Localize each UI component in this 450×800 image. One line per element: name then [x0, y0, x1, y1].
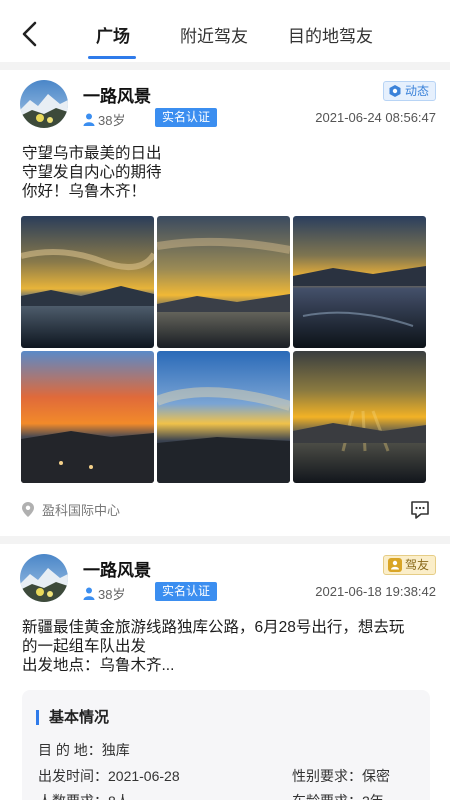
- top-nav: 广场 附近驾友 目的地驾友: [0, 0, 450, 62]
- age-info: 38岁: [83, 584, 125, 603]
- location-pin-icon: [22, 502, 34, 517]
- content-line: 你好！乌鲁木齐！: [22, 183, 147, 200]
- verified-badge: 实名认证: [155, 108, 218, 127]
- destination: 目 的 地：独库: [38, 742, 130, 758]
- post-content: 新疆最佳黄金旅游线路独库公路，6月28号出行，想去玩 的一起组车队出发 出发地点…: [22, 618, 430, 675]
- post-location[interactable]: 盈科国际中心: [22, 500, 120, 519]
- active-tab-indicator: [88, 56, 136, 59]
- person-icon: [83, 587, 95, 600]
- age-label: 38岁: [98, 587, 126, 602]
- dynamic-icon: [389, 85, 401, 97]
- avatar[interactable]: [20, 80, 68, 128]
- post-content: 守望乌市最美的日出 守望发自内心的期待 你好！乌鲁木齐！: [22, 144, 430, 201]
- divider: [0, 62, 450, 70]
- location-label: 盈科国际中心: [42, 503, 121, 518]
- post-type-badge: 动态: [382, 81, 436, 101]
- comment-icon[interactable]: [410, 500, 430, 520]
- post-time: 2021-06-18 19:38:42: [315, 584, 436, 599]
- feed-post[interactable]: 一路风景 38岁 实名认证 驾友 2021-06-18 19:38:42 新疆最…: [0, 544, 450, 800]
- content-line: 出发地点：乌鲁木齐...: [22, 657, 175, 674]
- tab-destination-drivers[interactable]: 目的地驾友: [288, 22, 373, 47]
- info-title: 基本情况: [36, 710, 109, 725]
- age-label: 38岁: [98, 113, 126, 128]
- content-line: 的一起组车队出发: [22, 638, 147, 655]
- badge-label: 动态: [404, 84, 429, 98]
- divider: [0, 536, 450, 544]
- post-photo[interactable]: [21, 351, 154, 483]
- post-photo[interactable]: [21, 216, 154, 348]
- people-requirement: 人数要求：8人: [38, 791, 130, 800]
- username[interactable]: 一路风景: [83, 556, 151, 581]
- age-info: 38岁: [83, 110, 125, 129]
- depart-time: 出发时间：2021-06-28: [38, 768, 180, 784]
- verified-badge: 实名认证: [155, 582, 218, 601]
- tab-square[interactable]: 广场: [96, 22, 130, 47]
- post-time: 2021-06-24 08:56:47: [315, 110, 436, 125]
- tab-nearby-drivers[interactable]: 附近驾友: [180, 22, 248, 47]
- username[interactable]: 一路风景: [83, 82, 151, 107]
- back-arrow-icon[interactable]: [18, 20, 42, 48]
- post-photo[interactable]: [157, 351, 290, 483]
- content-line: 新疆最佳黄金旅游线路独库公路，6月28号出行，想去玩: [22, 619, 405, 636]
- avatar[interactable]: [20, 554, 68, 602]
- content-line: 守望发自内心的期待: [22, 164, 162, 181]
- feed-post[interactable]: 一路风景 38岁 实名认证 动态 2021-06-24 08:56:47 守望乌…: [0, 70, 450, 536]
- badge-label: 驾友: [404, 558, 429, 572]
- car-age-requirement: 车龄要求：2年: [292, 791, 384, 800]
- post-type-badge: 驾友: [382, 555, 436, 575]
- driver-icon: [387, 558, 402, 572]
- post-photo[interactable]: [293, 351, 426, 483]
- trip-info-card[interactable]: 基本情况 目 的 地：独库 出发时间：2021-06-28 性别要求：保密 人数…: [22, 690, 430, 800]
- post-photo[interactable]: [157, 216, 290, 348]
- content-line: 守望乌市最美的日出: [22, 145, 162, 162]
- gender-requirement: 性别要求：保密: [292, 768, 390, 784]
- post-photo[interactable]: [293, 216, 426, 348]
- person-icon: [83, 113, 95, 126]
